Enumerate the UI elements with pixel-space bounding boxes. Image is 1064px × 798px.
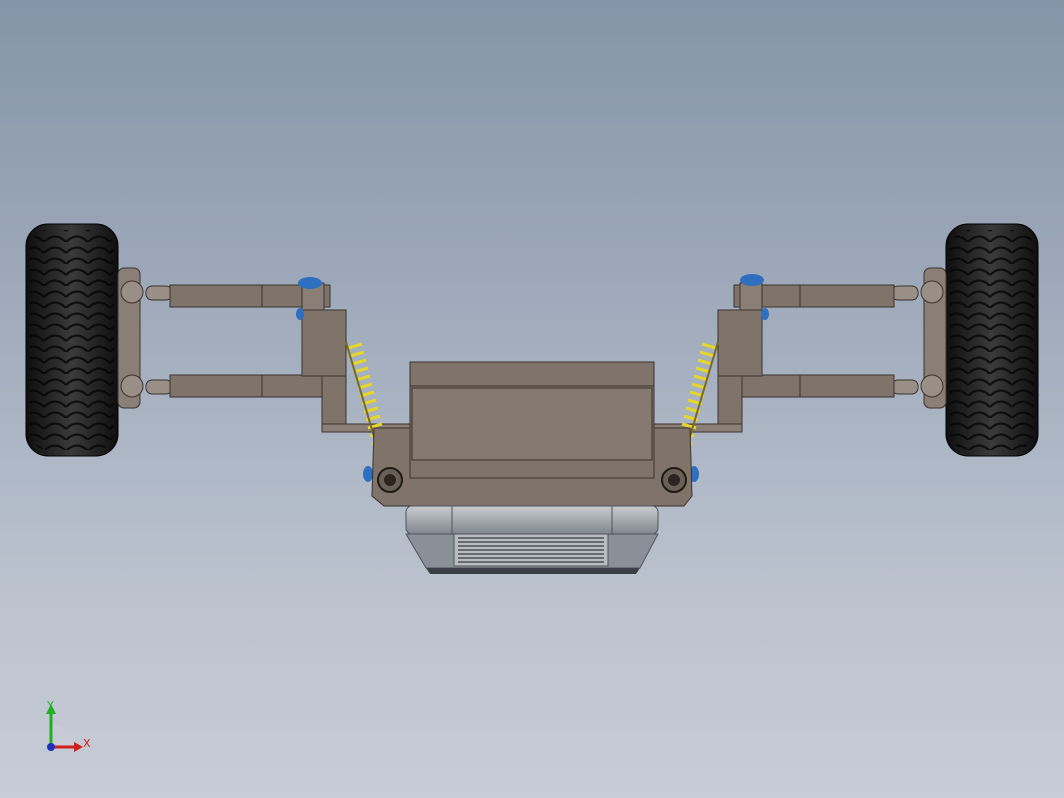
lower-control-arm-left[interactable]: [145, 374, 331, 398]
tire-left[interactable]: [25, 223, 119, 457]
upright-left: [301, 282, 413, 433]
graphics-viewport[interactable]: Y X: [0, 0, 1064, 798]
suspension-model[interactable]: [0, 0, 1064, 798]
triad-x-label: X: [83, 737, 91, 750]
hub-right: [920, 267, 947, 409]
crossmember[interactable]: [371, 361, 693, 507]
z-axis-dot: [47, 743, 55, 751]
triad-y-label: Y: [47, 699, 54, 712]
tire-right[interactable]: [945, 223, 1039, 457]
hub-left: [117, 267, 144, 409]
lower-control-arm-right[interactable]: [733, 374, 919, 398]
upright-right: [651, 282, 763, 433]
radiator[interactable]: [405, 505, 659, 574]
